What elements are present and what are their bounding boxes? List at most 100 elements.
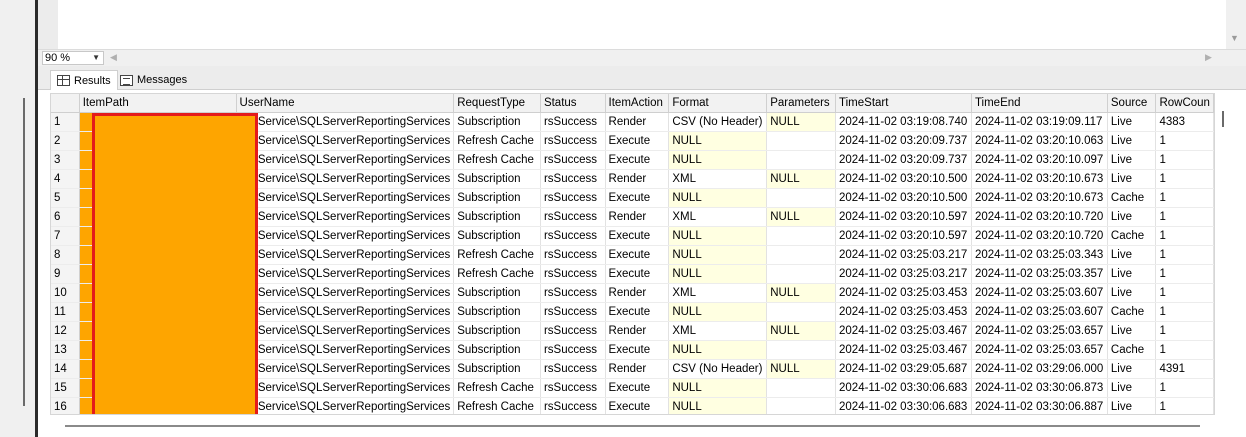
cell-time-start[interactable]: 2024-11-02 03:29:05.687	[835, 359, 972, 379]
cell-row-count[interactable]: 1	[1155, 226, 1214, 246]
cell-row-count[interactable]: 4383	[1155, 112, 1214, 132]
cell-time-start[interactable]: 2024-11-02 03:30:06.683	[835, 378, 972, 398]
cell-time-end[interactable]: 2024-11-02 03:20:10.673	[971, 188, 1108, 208]
cell-item-action[interactable]: Execute	[605, 264, 670, 284]
vertical-scroll-thumb[interactable]	[1222, 111, 1224, 127]
cell-request-type[interactable]: Subscription	[453, 321, 541, 341]
cell-format[interactable]: NULL	[668, 188, 768, 208]
cell-parameters[interactable]: NULL	[766, 283, 837, 303]
column-header-parameters[interactable]: Parameters	[766, 94, 837, 113]
cell-time-end[interactable]: 2024-11-02 03:25:03.357	[971, 264, 1108, 284]
column-header-item-path[interactable]: ItemPath	[79, 94, 237, 113]
cell-request-type[interactable]: Subscription	[453, 359, 541, 379]
cell-format[interactable]: XML	[668, 169, 768, 189]
cell-row-count[interactable]: 4391	[1155, 359, 1214, 379]
cell-request-type[interactable]: Subscription	[453, 169, 541, 189]
cell-item-action[interactable]: Execute	[605, 188, 670, 208]
cell-time-end[interactable]: 2024-11-02 03:25:03.657	[971, 321, 1108, 341]
cell-time-start[interactable]: 2024-11-02 03:25:03.467	[835, 340, 972, 360]
cell-status[interactable]: rsSuccess	[540, 169, 606, 189]
cell-format[interactable]: NULL	[668, 397, 768, 414]
cell-source[interactable]: Cache	[1107, 302, 1157, 322]
cell-time-start[interactable]: 2024-11-02 03:20:10.500	[835, 188, 972, 208]
cell-row-number[interactable]: 10	[51, 283, 80, 303]
cell-parameters[interactable]	[766, 340, 837, 360]
cell-format[interactable]: NULL	[668, 340, 768, 360]
cell-request-type[interactable]: Refresh Cache	[453, 378, 541, 398]
cell-parameters[interactable]	[766, 378, 837, 398]
cell-row-count[interactable]: 1	[1155, 245, 1214, 265]
cell-time-end[interactable]: 2024-11-02 03:20:10.063	[971, 131, 1108, 151]
cell-parameters[interactable]: NULL	[766, 359, 837, 379]
column-header-time-start[interactable]: TimeStart	[835, 94, 972, 113]
column-header-user-name[interactable]: UserName	[236, 94, 455, 113]
grid-vertical-scrollbar[interactable]	[1215, 93, 1246, 415]
cell-parameters[interactable]: NULL	[766, 321, 837, 341]
cell-time-start[interactable]: 2024-11-02 03:25:03.467	[835, 321, 972, 341]
query-editor[interactable]	[38, 0, 1246, 49]
cell-status[interactable]: rsSuccess	[540, 378, 606, 398]
cell-row-number[interactable]: 3	[51, 150, 80, 170]
cell-row-number[interactable]: 14	[51, 359, 80, 379]
cell-format[interactable]: XML	[668, 283, 768, 303]
cell-item-action[interactable]: Execute	[605, 245, 670, 265]
scroll-right-icon[interactable]: ▶	[1205, 52, 1212, 63]
cell-time-end[interactable]: 2024-11-02 03:30:06.887	[971, 397, 1108, 414]
cell-row-count[interactable]: 1	[1155, 321, 1214, 341]
cell-row-count[interactable]: 1	[1155, 397, 1214, 414]
cell-user-name[interactable]: NT Service\SQLServerReportingServices	[236, 188, 455, 208]
column-header-status[interactable]: Status	[540, 94, 606, 113]
results-grid[interactable]: ItemPath UserName RequestType Status ItemAct…	[50, 93, 1215, 415]
cell-item-action[interactable]: Execute	[605, 150, 670, 170]
cell-row-count[interactable]: 1	[1155, 340, 1214, 360]
cell-row-number[interactable]: 13	[51, 340, 80, 360]
cell-status[interactable]: rsSuccess	[540, 226, 606, 246]
cell-format[interactable]: CSV (No Header)	[668, 359, 768, 379]
cell-parameters[interactable]	[766, 188, 837, 208]
cell-parameters[interactable]	[766, 245, 837, 265]
cell-parameters[interactable]	[766, 397, 837, 414]
cell-row-count[interactable]: 1	[1155, 169, 1214, 189]
cell-item-action[interactable]: Execute	[605, 378, 670, 398]
cell-status[interactable]: rsSuccess	[540, 188, 606, 208]
cell-time-start[interactable]: 2024-11-02 03:20:10.597	[835, 226, 972, 246]
cell-status[interactable]: rsSuccess	[540, 340, 606, 360]
cell-status[interactable]: rsSuccess	[540, 321, 606, 341]
cell-time-end[interactable]: 2024-11-02 03:25:03.657	[971, 340, 1108, 360]
cell-time-start[interactable]: 2024-11-02 03:20:10.597	[835, 207, 972, 227]
cell-item-action[interactable]: Render	[605, 207, 670, 227]
cell-request-type[interactable]: Subscription	[453, 302, 541, 322]
cell-time-end[interactable]: 2024-11-02 03:25:03.607	[971, 302, 1108, 322]
cell-source[interactable]: Live	[1107, 112, 1157, 132]
cell-source[interactable]: Live	[1107, 283, 1157, 303]
cell-request-type[interactable]: Subscription	[453, 226, 541, 246]
cell-row-number[interactable]: 12	[51, 321, 80, 341]
cell-format[interactable]: XML	[668, 207, 768, 227]
cell-request-type[interactable]: Subscription	[453, 112, 541, 132]
cell-user-name[interactable]: NT Service\SQLServerReportingServices	[236, 340, 455, 360]
cell-request-type[interactable]: Refresh Cache	[453, 245, 541, 265]
column-header-row-count[interactable]: RowCoun	[1155, 94, 1214, 113]
cell-time-end[interactable]: 2024-11-02 03:25:03.343	[971, 245, 1108, 265]
column-header-row-number[interactable]	[51, 94, 80, 113]
cell-row-count[interactable]: 1	[1155, 264, 1214, 284]
cell-user-name[interactable]: NT Service\SQLServerReportingServices	[236, 207, 455, 227]
cell-row-count[interactable]: 1	[1155, 131, 1214, 151]
cell-source[interactable]: Cache	[1107, 340, 1157, 360]
cell-source[interactable]: Live	[1107, 359, 1157, 379]
cell-user-name[interactable]: NT Service\SQLServerReportingServices	[236, 112, 455, 132]
cell-status[interactable]: rsSuccess	[540, 397, 606, 414]
scroll-down-icon[interactable]: ▼	[1230, 33, 1239, 43]
cell-user-name[interactable]: NT Service\SQLServerReportingServices	[236, 150, 455, 170]
cell-request-type[interactable]: Refresh Cache	[453, 397, 541, 414]
cell-status[interactable]: rsSuccess	[540, 302, 606, 322]
cell-parameters[interactable]: NULL	[766, 169, 837, 189]
cell-format[interactable]: NULL	[668, 150, 768, 170]
cell-time-start[interactable]: 2024-11-02 03:25:03.453	[835, 283, 972, 303]
cell-source[interactable]: Cache	[1107, 188, 1157, 208]
cell-item-action[interactable]: Render	[605, 359, 670, 379]
cell-row-count[interactable]: 1	[1155, 188, 1214, 208]
column-header-request-type[interactable]: RequestType	[453, 94, 541, 113]
cell-format[interactable]: NULL	[668, 245, 768, 265]
cell-format[interactable]: NULL	[668, 226, 768, 246]
